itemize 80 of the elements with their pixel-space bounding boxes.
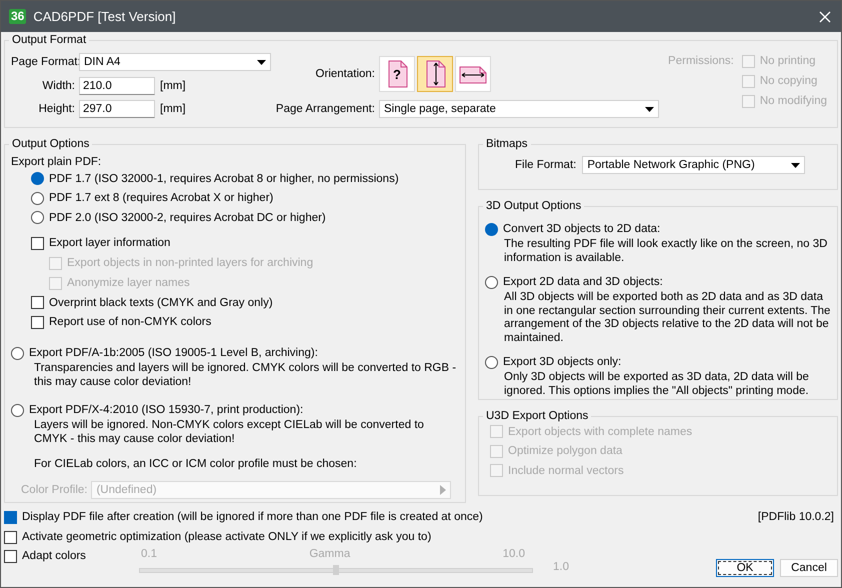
field-label: Color Profile: xyxy=(21,484,88,496)
section-label: Export plain PDF: xyxy=(11,156,102,168)
group-title: 3D Output Options xyxy=(485,200,582,212)
checkbox-label: Export objects in non-printed layers for archiving xyxy=(67,257,314,269)
gamma-slider[interactable] xyxy=(139,568,533,573)
field-label: Height: xyxy=(38,103,75,115)
orientation-button[interactable] xyxy=(417,56,453,92)
note-text: For CIELab colors, an ICC or ICM color profile must be chosen: xyxy=(34,458,358,472)
checkbox-label: Export objects with complete names xyxy=(508,426,692,438)
slider-min-label: 0.1 xyxy=(141,548,157,562)
checkbox-label: Export layer information xyxy=(49,237,170,250)
field-label: Orientation: xyxy=(314,68,375,80)
radio-button[interactable] xyxy=(31,211,44,224)
version-label: [PDFlib 10.0.2] xyxy=(758,511,834,523)
checkbox[interactable] xyxy=(31,316,44,329)
ok-button[interactable]: OK xyxy=(716,559,774,577)
group-title: Output Options xyxy=(11,138,90,150)
checkbox-label: No modifying xyxy=(760,95,827,107)
cancel-button[interactable]: Cancel xyxy=(780,559,838,577)
checkbox[interactable] xyxy=(4,530,17,544)
checkbox-label: No copying xyxy=(760,75,818,87)
checkbox-label: Optimize polygon data xyxy=(508,445,622,458)
page-format-dropdown[interactable]: DIN A4 xyxy=(79,53,271,71)
width-field[interactable]: 210.0 xyxy=(79,76,155,94)
option-label: Export PDF/X-4:2010 (ISO 15930-7, print production): xyxy=(29,404,304,416)
radio-button[interactable] xyxy=(485,356,498,368)
app-logo: 36 xyxy=(9,9,26,24)
option-label: PDF 1.7 ext 8 (requires Acrobat X or higher) xyxy=(49,192,274,204)
caret-icon xyxy=(257,60,266,64)
checkbox[interactable] xyxy=(31,296,44,310)
option-label: Export 2D data and 3D objects: xyxy=(503,276,663,288)
radio-button[interactable] xyxy=(31,172,44,186)
checkbox-label: Anonymize layer names xyxy=(67,277,190,289)
unit-label: [mm] xyxy=(160,80,186,92)
caret-icon xyxy=(440,484,446,494)
radio-button[interactable] xyxy=(11,346,24,360)
slider-label: Gamma xyxy=(309,548,350,562)
checkbox-label: Report use of non-CMYK colors xyxy=(49,316,212,328)
orientation-button[interactable]: ? xyxy=(379,56,415,92)
option-label: Convert 3D objects to 2D data: xyxy=(503,223,660,235)
height-field[interactable]: 297.0 xyxy=(79,100,155,118)
checkbox[interactable] xyxy=(4,510,17,524)
window-title: CAD6PDF [Test Version] xyxy=(33,9,176,24)
unit-label: [mm] xyxy=(160,103,186,115)
file-format-dropdown[interactable]: Portable Network Graphic (PNG) xyxy=(582,156,806,174)
option-label: PDF 2.0 (ISO 32000-2, requires Acrobat DC or higher) xyxy=(49,212,326,224)
checkbox[interactable] xyxy=(31,236,44,250)
group-title: Bitmaps xyxy=(485,138,529,150)
option-description: All 3D objects will be exported both as 2D data and as 3D data in one rectangular section surrounding their current extents. The arrangement of the 3D objects relative to the 2D data will not be maintained. xyxy=(504,291,831,345)
gamma-value: 1.0 xyxy=(553,561,570,573)
radio-button[interactable] xyxy=(485,222,498,236)
close-icon[interactable] xyxy=(819,10,831,22)
checkbox-label: Display PDF file after creation (will be ignored if more than one PDF file is created at once) xyxy=(22,511,483,523)
checkbox-label: Include normal vectors xyxy=(508,464,624,477)
checkbox-label: Adapt colors xyxy=(22,550,86,562)
checkbox-label: Activate geometric optimization (please activate ONLY if we explicitly ask you to) xyxy=(22,531,432,543)
page-arrangement-dropdown[interactable]: Single page, separate xyxy=(379,100,659,118)
slider-max-label: 10.0 xyxy=(502,548,525,562)
permissions-label: Permissions: xyxy=(668,55,734,69)
field-label: Width: xyxy=(41,80,75,92)
field-label: File Format: xyxy=(515,159,576,171)
option-label: Export PDF/A-1b:2005 (ISO 19005-1 Level B, archiving): xyxy=(29,347,318,359)
radio-button[interactable] xyxy=(11,404,24,416)
group-title: U3D Export Options xyxy=(485,410,590,422)
caret-icon xyxy=(791,162,800,168)
option-label: Export 3D objects only: xyxy=(503,356,622,368)
orientation-button[interactable] xyxy=(455,56,491,92)
checkbox-label: Overprint black texts (CMYK and Gray only) xyxy=(49,296,273,309)
option-description: Layers will be ignored. Non-CMYK colors except CIELab will be converted to CMYK - this may cause color deviation! xyxy=(34,419,425,446)
caret-icon xyxy=(645,106,654,112)
checkbox-label: No printing xyxy=(760,55,816,67)
option-description: Transparencies and layers will be ignored. CMYK colors will be converted to RGB - this may cause color deviation! xyxy=(34,362,458,389)
radio-button[interactable] xyxy=(31,192,44,205)
field-label: Page Arrangement: xyxy=(275,103,375,115)
group-title: Output Format xyxy=(11,34,88,46)
option-description: The resulting PDF file will look exactly like on the screen, no 3D information is available. xyxy=(504,238,828,265)
checkbox[interactable] xyxy=(4,550,17,562)
option-description: Only 3D objects will be exported as 3D data, 2D data will be ignored. This options implies the "All objects" printing mode. xyxy=(504,371,810,398)
option-label: PDF 1.7 (ISO 32000-1, requires Acrobat 8 or higher, no permissions) xyxy=(49,172,399,185)
radio-button[interactable] xyxy=(485,276,498,288)
